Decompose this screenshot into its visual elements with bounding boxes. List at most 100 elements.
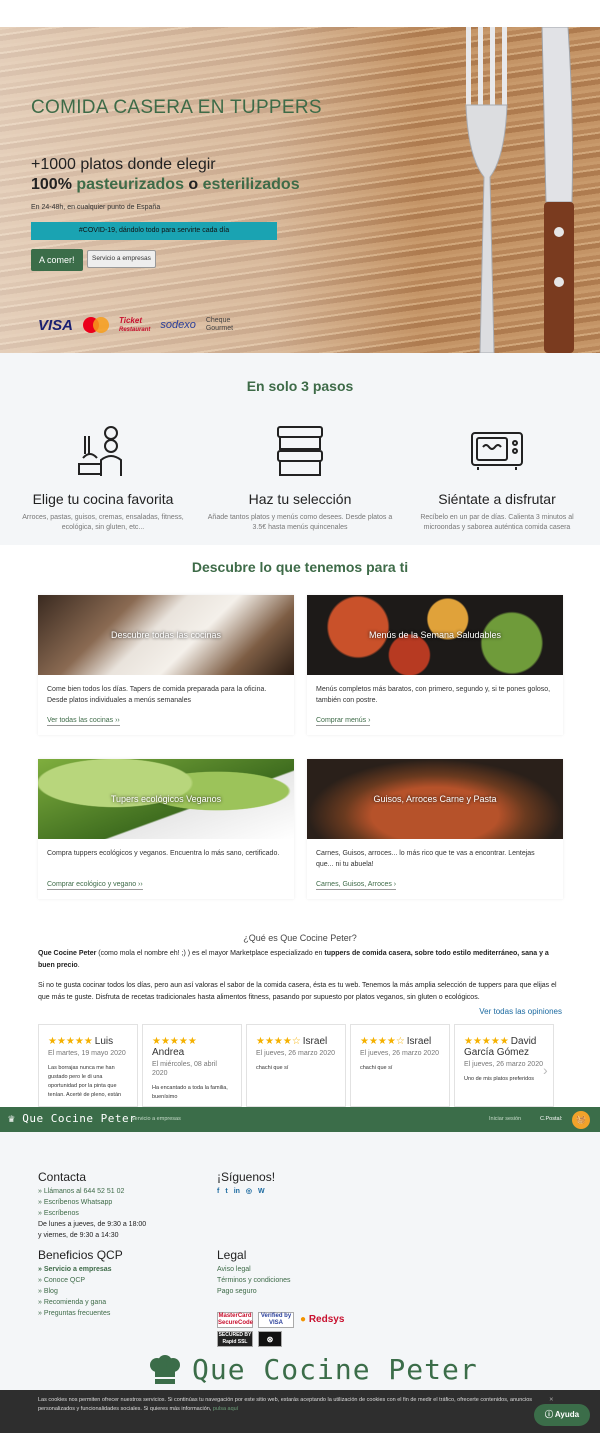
- postal-code-label[interactable]: C.Postal:: [540, 1116, 562, 1122]
- twitter-icon[interactable]: t: [225, 1186, 227, 1197]
- bar-logo-text: Que Cocine Peter: [22, 1112, 137, 1125]
- footer-brand-text: Que Cocine Peter: [192, 1353, 478, 1386]
- benefit-link[interactable]: » Blog: [38, 1286, 123, 1297]
- hero-banner: COMIDA CASERA EN TUPPERS +1000 platos do…: [0, 27, 600, 353]
- chefs-image: Descubre todas las cocinas: [38, 595, 294, 675]
- rapidssl-seal: SECURED BY Rapid SSL: [217, 1331, 253, 1347]
- about-text-end: .: [77, 962, 80, 969]
- legal-link[interactable]: Aviso legal: [217, 1264, 291, 1275]
- visa-logo: VISA: [38, 316, 74, 334]
- card-text: Compra tuppers ecológicos y veganos. Enc…: [47, 850, 280, 857]
- help-button[interactable]: ⓘ Ayuda: [534, 1404, 590, 1426]
- redsys-icon: ●: [300, 1314, 307, 1325]
- footer: Contacta » Llámanos al 644 52 51 02 » Es…: [0, 1132, 600, 1390]
- card-eco-vegan[interactable]: Tupers ecológicos Veganos Compra tuppers…: [38, 759, 294, 899]
- gourmet-text: Gourmet: [205, 325, 234, 332]
- mastercard-logo: [83, 317, 110, 333]
- card-overlay: Tupers ecológicos Veganos: [110, 793, 222, 804]
- steps-section: En solo 3 pasos Elige tu cocina favorita…: [0, 353, 600, 545]
- footer-heading: Beneficios QCP: [38, 1248, 123, 1262]
- step-text: Añade tantos platos y menús como desees.…: [207, 514, 393, 531]
- review-text: chachi que sí: [360, 1065, 393, 1071]
- email-link[interactable]: » Escríbenos: [38, 1208, 146, 1219]
- facebook-icon[interactable]: f: [217, 1186, 219, 1197]
- fork-image: [465, 27, 508, 353]
- restaurant-text: Restaurant: [119, 326, 151, 333]
- step-title: Haz tu selección: [248, 491, 352, 507]
- basket-icon[interactable]: 🧺: [572, 1111, 590, 1129]
- steps-title: En solo 3 pasos: [246, 378, 354, 394]
- wordpress-icon[interactable]: W: [258, 1186, 265, 1197]
- reviewer-name: Andrea: [152, 1047, 185, 1058]
- review-text: Ha encantado a toda la familia, buenísim…: [152, 1085, 228, 1100]
- cookie-banner: Las cookies nos permiten ofrecer nuestro…: [0, 1390, 600, 1433]
- review-date: El jueves, 26 marzo 2020: [256, 1050, 335, 1057]
- all-reviews-link[interactable]: Ver todas las opiniones: [479, 1007, 562, 1016]
- pct-text: 100%: [31, 176, 72, 193]
- about-paragraph-2: Si no te gusta cocinar todos los días, p…: [38, 982, 557, 1001]
- sticky-nav-bar: ♛ Que Cocine Peter Servicio a empresas I…: [0, 1107, 600, 1132]
- step-text: Arroces, pastas, guisos, cremas, ensalad…: [22, 514, 184, 531]
- benefit-link[interactable]: » Preguntas frecuentes: [38, 1308, 123, 1319]
- reviewer-name: Luis: [94, 1036, 114, 1047]
- business-service-button[interactable]: Servicio a empresas: [87, 250, 156, 268]
- pasteurized-text: pasteurizados: [76, 176, 184, 193]
- call-link[interactable]: » Llámanos al 644 52 51 02: [38, 1186, 146, 1197]
- review-text: chachi que sí: [256, 1065, 289, 1071]
- hours-line: y viernes, de 9:30 a 14:30: [38, 1232, 119, 1239]
- cheque-text: Cheque: [205, 317, 231, 324]
- card-link[interactable]: Carnes, Guisos, Arroces ›: [316, 881, 397, 890]
- review-text: Las borrajas nunca me han gustado pero l…: [48, 1065, 122, 1098]
- sterilized-text: esterilizados: [202, 176, 300, 193]
- legal-link[interactable]: Términos y condiciones: [217, 1275, 291, 1286]
- step-select: Haz tu selección Añade tantos platos y m…: [205, 421, 395, 533]
- review-date: El jueves, 26 marzo 2020: [360, 1050, 439, 1057]
- card-stews-rice[interactable]: Guisos, Arroces Carne y Pasta Carnes, Gu…: [307, 759, 563, 899]
- card-overlay: Descubre todas las cocinas: [110, 629, 222, 640]
- step-enjoy: Siéntate a disfrutar Recíbelo en un par …: [402, 421, 592, 533]
- chef-hat-icon: ♛: [8, 1112, 16, 1125]
- footer-contact: Contacta » Llámanos al 644 52 51 02 » Es…: [38, 1171, 146, 1241]
- instagram-icon[interactable]: ◎: [246, 1186, 252, 1197]
- discover-title: Descubre lo que tenemos para ti: [191, 559, 409, 575]
- review-card: ★★★★★ Andrea El miércoles, 08 abril 2020 Ha…: [142, 1024, 242, 1107]
- footer-benefits: Beneficios QCP » Servicio a empresas » C…: [38, 1248, 123, 1319]
- review-date: El miércoles, 08 abril 2020: [152, 1061, 217, 1077]
- reviewer-name: Israel: [406, 1036, 432, 1047]
- login-link[interactable]: Iniciar sesión: [489, 1116, 521, 1122]
- whatsapp-link[interactable]: » Escríbenos Whatsapp: [38, 1197, 146, 1208]
- bar-business-link[interactable]: Servicio a empresas: [131, 1116, 181, 1122]
- vegetables-image: Tupers ecológicos Veganos: [38, 759, 294, 839]
- about-paragraph-1: Que Cocine Peter (como mola el nombre eh…: [38, 948, 562, 972]
- benefit-link[interactable]: » Recomienda y gana: [38, 1297, 123, 1308]
- bar-logo[interactable]: ♛ Que Cocine Peter: [8, 1112, 136, 1125]
- paella-image: Guisos, Arroces Carne y Pasta: [307, 759, 563, 839]
- about-section: ¿Qué es Que Cocine Peter? Que Cocine Pet…: [38, 933, 562, 1016]
- vbv-visa: VISA: [268, 1320, 283, 1326]
- card-all-kitchens[interactable]: Descubre todas las cocinas Come bien tod…: [38, 595, 294, 735]
- card-link[interactable]: Comprar ecológico y vegano ››: [47, 881, 143, 890]
- trust-seal: ⊛: [258, 1331, 282, 1347]
- benefit-link[interactable]: » Servicio a empresas: [38, 1264, 123, 1275]
- cookie-more-link[interactable]: pulsa aquí: [213, 1406, 238, 1412]
- card-overlay: Guisos, Arroces Carne y Pasta: [373, 793, 497, 804]
- legal-link[interactable]: Pago seguro: [217, 1286, 291, 1297]
- chevron-right-icon[interactable]: ›: [543, 1062, 548, 1078]
- eat-button[interactable]: A comer!: [31, 249, 83, 271]
- redsys-logo: ● Redsys: [300, 1312, 356, 1328]
- card-weekly-menus[interactable]: Menús de la Semana Saludables Menús comp…: [307, 595, 563, 735]
- linkedin-icon[interactable]: in: [234, 1186, 240, 1197]
- card-link[interactable]: Ver todas las cocinas ››: [47, 717, 120, 726]
- footer-legal: Legal Aviso legal Términos y condiciones…: [217, 1249, 291, 1297]
- review-card: ★★★★☆ Israel El jueves, 26 marzo 2020 chac…: [350, 1024, 450, 1107]
- step-text: Recíbelo en un par de días. Calienta 3 m…: [420, 514, 574, 531]
- card-link[interactable]: Comprar menús ›: [316, 717, 371, 726]
- review-text: Uno de mis platos preferidos: [464, 1076, 535, 1082]
- review-card: ★★★★☆ Israel El jueves, 26 marzo 2020 chac…: [246, 1024, 346, 1107]
- benefit-link[interactable]: » Conoce QCP: [38, 1275, 123, 1286]
- step-title: Elige tu cocina favorita: [32, 491, 174, 507]
- covid-banner: #COVID-19, dándolo todo para servirte ca…: [31, 222, 277, 240]
- rating-stars: ★★★★★: [464, 1036, 509, 1047]
- review-card: ★★★★★ David García Gómez El jueves, 26 ma…: [454, 1024, 554, 1107]
- discover-section: Descubre lo que tenemos para ti Descubre…: [0, 545, 600, 905]
